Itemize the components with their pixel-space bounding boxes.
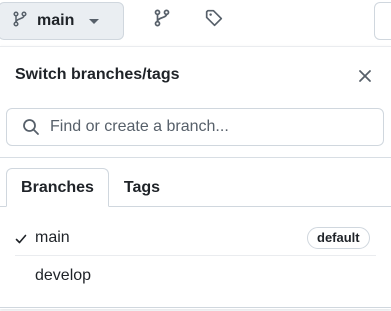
- branch-select-button[interactable]: main: [0, 2, 124, 40]
- branch-name: develop: [35, 267, 92, 284]
- branch-search-input[interactable]: [50, 118, 360, 136]
- top-toolbar: main: [0, 0, 391, 46]
- tag-icon: [205, 9, 223, 32]
- panel-title: Switch branches/tags: [15, 66, 180, 83]
- git-branch-icon: [153, 9, 171, 32]
- panel-bottom-divider: [0, 307, 391, 308]
- branch-switcher-panel: Switch branches/tags Branches Tags: [0, 46, 391, 309]
- current-branch-label: main: [37, 12, 75, 29]
- branch-name: main: [35, 229, 70, 246]
- branch-list: main default develop: [0, 219, 391, 295]
- check-icon: [15, 232, 27, 244]
- panel-header: Switch branches/tags: [0, 47, 391, 103]
- toolbar-button-edge[interactable]: [374, 2, 391, 40]
- git-branch-icon: [12, 10, 28, 32]
- list-divider: [15, 255, 376, 256]
- search-icon: [22, 118, 40, 136]
- tab-tags[interactable]: Tags: [109, 168, 175, 207]
- tab-branches[interactable]: Branches: [6, 168, 109, 207]
- header-divider: [0, 157, 391, 158]
- tags-link[interactable]: [204, 9, 224, 32]
- branch-search-box[interactable]: [6, 108, 384, 146]
- list-item[interactable]: main default: [0, 219, 391, 257]
- branches-link[interactable]: [152, 9, 172, 32]
- chevron-down-icon: [89, 18, 100, 24]
- list-item[interactable]: develop: [0, 257, 391, 295]
- default-badge: default: [307, 227, 370, 249]
- branch-tag-tabs: Branches Tags: [0, 168, 391, 207]
- close-icon: [358, 69, 372, 88]
- close-button[interactable]: [354, 67, 376, 89]
